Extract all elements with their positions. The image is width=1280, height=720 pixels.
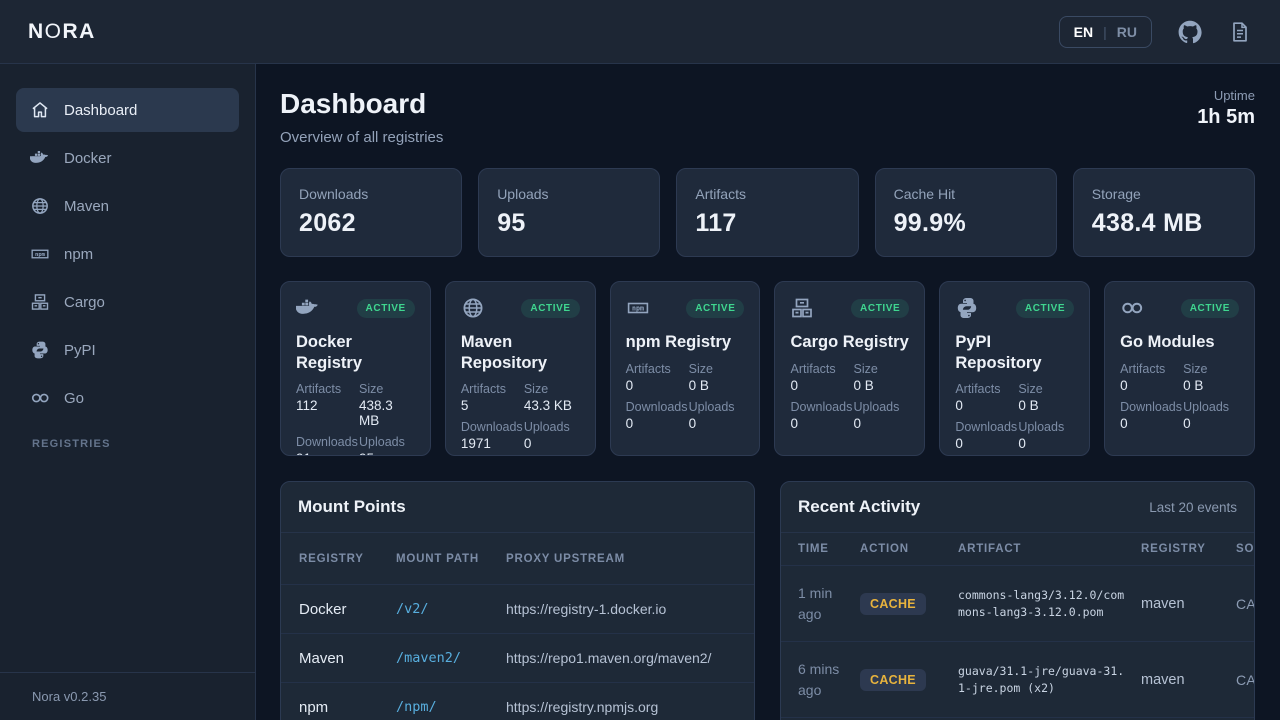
recent-activity-panel: Recent Activity Last 20 events TIME ACTI… — [780, 481, 1255, 720]
docker-icon — [296, 296, 320, 320]
status-badge: ACTIVE — [686, 299, 744, 318]
sidebar-item-cargo[interactable]: Cargo — [16, 280, 239, 324]
column-header-time: TIME — [798, 543, 860, 555]
docker-icon — [30, 148, 50, 168]
sidebar-item-go[interactable]: Go — [16, 376, 239, 420]
registry-card-title: PyPI Repository — [955, 332, 1074, 373]
sidebar-item-label: Go — [64, 390, 84, 407]
recent-activity-note: Last 20 events — [1149, 500, 1237, 515]
sidebar-item-dashboard[interactable]: Dashboard — [16, 88, 239, 132]
python-icon — [30, 340, 50, 360]
status-badge: ACTIVE — [1016, 299, 1074, 318]
sidebar-item-pypi[interactable]: PyPI — [16, 328, 239, 372]
stat-card-downloads: Downloads 2062 — [280, 168, 462, 257]
column-header-artifact: ARTIFACT — [958, 543, 1141, 555]
globe-icon — [461, 296, 485, 320]
page-subtitle: Overview of all registries — [280, 129, 443, 146]
status-badge: ACTIVE — [851, 299, 909, 318]
registry-card-docker[interactable]: ACTIVE Docker Registry Artifacts112 Size… — [280, 281, 431, 456]
sidebar-item-label: Cargo — [64, 294, 105, 311]
lang-ru-button[interactable]: RU — [1117, 24, 1137, 40]
status-badge: ACTIVE — [521, 299, 579, 318]
registry-card-maven[interactable]: ACTIVE Maven Repository Artifacts5 Size4… — [445, 281, 596, 456]
stat-card-cache-hit: Cache Hit 99.9% — [875, 168, 1057, 257]
mount-points-title: Mount Points — [298, 497, 406, 517]
column-header-source: SOURCE — [1236, 543, 1255, 555]
sidebar-section-registries: REGISTRIES — [0, 424, 255, 450]
registry-card-title: Docker Registry — [296, 332, 415, 373]
registry-card-npm[interactable]: ACTIVE npm Registry Artifacts0 Size0 B D… — [610, 281, 761, 456]
column-header-mount-path: MOUNT PATH — [396, 553, 506, 565]
registry-card-title: Cargo Registry — [790, 332, 909, 353]
topbar: NORA EN | RU — [0, 0, 1280, 64]
npm-icon — [626, 296, 650, 320]
stat-card-uploads: Uploads 95 — [478, 168, 660, 257]
column-header-registry: REGISTRY — [299, 553, 396, 565]
sidebar-item-label: npm — [64, 246, 93, 263]
table-row[interactable]: 6 mins ago CACHE guava/31.1-jre/guava-31… — [781, 642, 1255, 718]
column-header-proxy-upstream: PROXY UPSTREAM — [506, 553, 754, 565]
sidebar-item-npm[interactable]: npm — [16, 232, 239, 276]
registry-cards: ACTIVE Docker Registry Artifacts112 Size… — [280, 281, 1255, 456]
table-row[interactable]: npm /npm/ https://registry.npmjs.org — [281, 683, 754, 720]
table-row[interactable]: Docker /v2/ https://registry-1.docker.io — [281, 585, 754, 634]
page-title: Dashboard — [280, 88, 443, 120]
app-version: Nora v0.2.35 — [0, 672, 255, 720]
status-badge: ACTIVE — [1181, 299, 1239, 318]
registry-card-cargo[interactable]: ACTIVE Cargo Registry Artifacts0 Size0 B… — [774, 281, 925, 456]
action-badge: CACHE — [860, 669, 926, 691]
sidebar-item-maven[interactable]: Maven — [16, 184, 239, 228]
lang-en-button[interactable]: EN — [1074, 24, 1093, 40]
uptime-label: Uptime — [1197, 88, 1255, 103]
globe-icon — [30, 196, 50, 216]
stat-card-storage: Storage 438.4 MB — [1073, 168, 1255, 257]
boxes-icon — [790, 296, 814, 320]
python-icon — [955, 296, 979, 320]
home-icon — [30, 100, 50, 120]
boxes-icon — [30, 292, 50, 312]
registry-card-title: Go Modules — [1120, 332, 1239, 353]
uptime-value: 1h 5m — [1197, 106, 1255, 129]
github-icon[interactable] — [1178, 20, 1202, 44]
column-header-registry: REGISTRY — [1141, 543, 1236, 555]
docs-icon[interactable] — [1228, 20, 1252, 44]
registry-card-title: npm Registry — [626, 332, 745, 353]
uptime: Uptime 1h 5m — [1197, 88, 1255, 129]
sidebar-item-label: Maven — [64, 198, 109, 215]
recent-activity-title: Recent Activity — [798, 497, 920, 517]
column-header-action: ACTION — [860, 543, 958, 555]
status-badge: ACTIVE — [357, 299, 415, 318]
sidebar-item-label: PyPI — [64, 342, 96, 359]
sidebar-item-docker[interactable]: Docker — [16, 136, 239, 180]
sidebar-item-label: Docker — [64, 150, 112, 167]
language-switch[interactable]: EN | RU — [1059, 16, 1152, 48]
registry-card-go[interactable]: ACTIVE Go Modules Artifacts0 Size0 B Dow… — [1104, 281, 1255, 456]
table-row[interactable]: Maven /maven2/ https://repo1.maven.org/m… — [281, 634, 754, 683]
registry-card-title: Maven Repository — [461, 332, 580, 373]
go-icon — [30, 388, 50, 408]
app-logo: NORA — [28, 20, 96, 44]
action-badge: CACHE — [860, 593, 926, 615]
main-content: Dashboard Overview of all registries Upt… — [256, 64, 1280, 720]
stat-card-artifacts: Artifacts 117 — [676, 168, 858, 257]
npm-icon — [30, 244, 50, 264]
table-row[interactable]: 1 min ago CACHE commons-lang3/3.12.0/com… — [781, 566, 1255, 642]
registry-card-pypi[interactable]: ACTIVE PyPI Repository Artifacts0 Size0 … — [939, 281, 1090, 456]
go-icon — [1120, 296, 1144, 320]
stats-row: Downloads 2062 Uploads 95 Artifacts 117 … — [280, 168, 1255, 257]
mount-points-panel: Mount Points REGISTRY MOUNT PATH PROXY U… — [280, 481, 755, 720]
lang-separator: | — [1103, 24, 1107, 40]
sidebar: Dashboard Docker Maven npm Cargo PyPI — [0, 64, 256, 720]
sidebar-item-label: Dashboard — [64, 102, 137, 119]
